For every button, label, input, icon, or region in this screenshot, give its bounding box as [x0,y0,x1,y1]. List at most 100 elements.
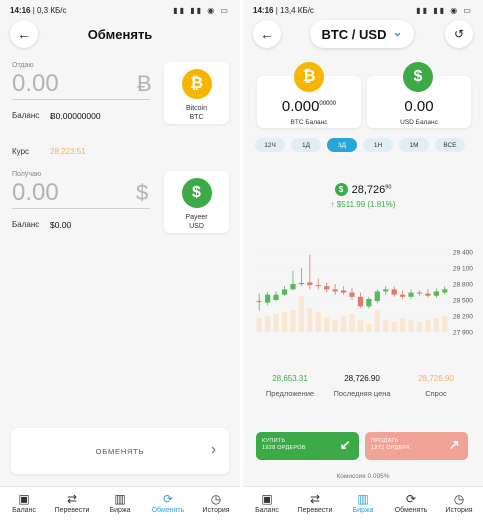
status-bar: 14:16 | 0,3 КБ/с ▮▮ ▮▮ ◉ ▭ [10,6,230,15]
chart-icon: ▥ [357,492,369,506]
y-tick-label: 28 800 [453,282,473,289]
exchange-button[interactable]: ОБМЕНЯТЬ › [11,428,229,474]
swap-icon: ⟳ [162,492,174,506]
last-price-value: 28,726.90 [344,374,380,383]
volume-bar [425,320,431,332]
tab-1m[interactable]: 1М [399,138,429,152]
candle-body [332,289,338,292]
rate-label: Курс [12,147,30,156]
y-tick-label: 27 900 [453,330,473,337]
candle-body [265,294,271,303]
give-amount-input[interactable]: 0.00 [12,70,59,98]
commission-text: Комиссия 0.095% [336,473,390,480]
pair-label: BTC / USD [321,26,387,42]
candle-body [374,291,380,302]
receive-balance-label: Баланс [12,220,40,229]
volume-bar [340,316,347,332]
transfer-icon: ⇄ [66,492,78,506]
ask-label: Спрос [425,389,447,398]
usd-balance-label: USD Баланс [400,119,438,126]
btc-symbol-icon: Ƀ [137,71,152,96]
volume-bar [383,320,389,332]
btc-balance-label: BTC Баланс [290,119,328,126]
price-chart[interactable]: 29 400 29 100 28 800 28 500 28 200 27 900 [253,248,483,338]
volume-bar [442,316,448,332]
dollar-coin-icon: $ [181,178,212,208]
status-bar: 14:16 | 13,4 КБ/с ▮▮ ▮▮ ◉ ▭ [253,6,473,15]
nav-history[interactable]: ◷ История [192,487,240,520]
chevron-right-icon: › [210,441,217,458]
swap-icon: ⟳ [405,492,417,506]
nav-transfer[interactable]: ⇄ Перевести [291,487,339,520]
nav-exchange-market[interactable]: ▥ Биржа [339,487,387,520]
buy-button[interactable]: КУПИТЬ 1928 ОРДЕРОВ ↙ [256,432,359,460]
current-price: $ 28,72690 [243,183,483,196]
timeframe-tabs: 12Ч 1Д 3Д 1Н 1М ВСЕ [255,138,465,152]
nav-balance[interactable]: ▣ Баланс [0,487,48,520]
tab-1d[interactable]: 1Д [291,138,321,152]
receive-underline [12,208,150,209]
tab-12h[interactable]: 12Ч [255,138,285,152]
candle-body [281,289,288,295]
volume-bar [315,312,321,332]
tab-all[interactable]: ВСЕ [435,138,465,152]
nav-exchange-market[interactable]: ▥ Биржа [96,487,144,520]
usd-symbol-icon: $ [136,180,149,205]
candle-body [442,289,448,293]
chart-icon: ▥ [114,492,126,506]
y-tick-label: 28 200 [453,314,473,321]
candle-body [408,292,414,297]
nav-history[interactable]: ◷ История [435,487,483,520]
arrow-left-icon: ← [260,26,274,42]
from-currency-name: Bitcoin [185,105,207,112]
volume-bar [349,314,355,332]
tab-3d[interactable]: 3Д [327,138,357,152]
nav-swap[interactable]: ⟳ Обменять [387,487,435,520]
usd-balance-value: 0.00 [404,98,434,115]
to-currency-card[interactable]: $ Payeer USD [164,171,229,233]
exchange-screen: 14:16 | 0,3 КБ/с ▮▮ ▮▮ ◉ ▭ ← Обменять От… [0,0,240,520]
nav-swap[interactable]: ⟳ Обменять [144,487,192,520]
ask-value: 28,726.90 [418,374,454,383]
y-tick-label: 29 100 [453,266,473,273]
arrow-up-right-icon: ↗ [448,437,460,452]
candle-body [433,291,439,296]
pair-selector[interactable]: BTC / USD ⌄ [310,20,414,48]
bid-label: Предложение [265,389,315,398]
rate-value: 28,223.51 [50,147,86,156]
candle-body [273,294,279,300]
bottom-nav: ▣ Баланс ⇄ Перевести ▥ Биржа ⟳ Обменять ◷ Ист… [243,486,483,520]
history-button[interactable]: ↺ [445,20,473,48]
candle-body [307,282,313,286]
candle-body [416,292,423,294]
candle-body [290,284,296,290]
tab-1w[interactable]: 1Н [363,138,393,152]
nav-balance[interactable]: ▣ Баланс [243,487,291,520]
volume-bar [408,320,414,332]
y-tick-label: 28 500 [453,298,473,305]
back-button[interactable]: ← [253,20,281,48]
market-screen: 14:16 | 13,4 КБ/с ▮▮ ▮▮ ◉ ▭ ← BTC / USD … [243,0,483,520]
volume-bar [265,316,271,332]
history-icon: ↺ [453,27,465,41]
receive-amount-input[interactable]: 0.00 [12,179,59,207]
give-label: Отдаю [12,62,34,69]
clock-icon: ◷ [210,492,222,506]
y-tick-label: 29 400 [453,250,473,257]
volume-bar [416,322,423,332]
nav-transfer[interactable]: ⇄ Перевести [48,487,96,520]
volume-bar [374,310,380,332]
candle-body [366,298,372,307]
volume-bar [256,318,262,332]
sell-button[interactable]: ПРОДАТЬ 1272 ОРДЕРА ↗ [365,432,468,460]
bitcoin-coin-icon: ₿ [181,69,212,99]
dollar-coin-icon: $ [403,62,433,92]
status-icons: ▮▮ ▮▮ ◉ ▭ [173,6,230,15]
status-time: 14:16 [253,6,274,15]
status-time: 14:16 [10,6,31,15]
btc-balance-value: 0.00000000 [281,98,337,115]
from-currency-card[interactable]: ₿ Bitcoin BTC [164,62,229,124]
page-title: Обменять [87,27,153,42]
volume-bar [433,318,439,332]
bid-value: 28,653.31 [272,374,308,383]
